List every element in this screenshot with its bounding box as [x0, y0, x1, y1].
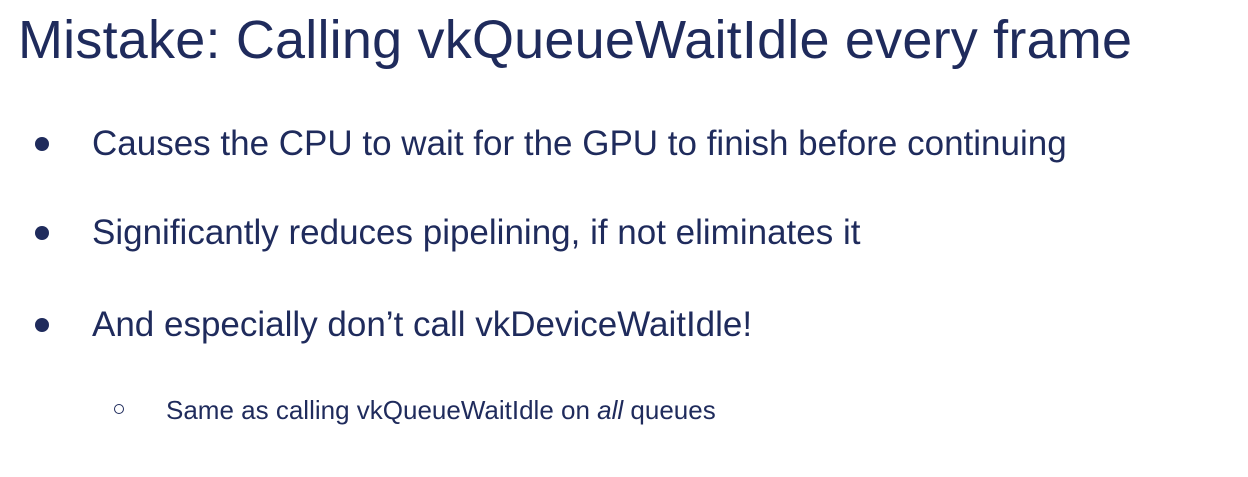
bullet-text: And especially don’t call vkDeviceWaitId…	[92, 305, 753, 344]
bullet-text: Significantly reduces pipelining, if not…	[92, 213, 861, 252]
sub-bullet-text-before: Same as calling vkQueueWaitIdle on	[166, 395, 598, 425]
sub-bullet-text-after: queues	[623, 395, 716, 425]
slide: Mistake: Calling vkQueueWaitIdle every f…	[0, 0, 1248, 477]
bullet-dot-icon	[35, 318, 49, 332]
bullet-text: Causes the CPU to wait for the GPU to fi…	[92, 124, 1067, 163]
slide-title: Mistake: Calling vkQueueWaitIdle every f…	[18, 10, 1133, 70]
bullet-dot-icon	[35, 137, 49, 151]
bullet-dot-icon	[35, 226, 49, 240]
sub-bullet-emphasis: all	[597, 395, 624, 425]
sub-bullet-text: Same as calling vkQueueWaitIdle on all q…	[166, 393, 716, 427]
sub-bullet-ring-icon	[114, 404, 124, 414]
